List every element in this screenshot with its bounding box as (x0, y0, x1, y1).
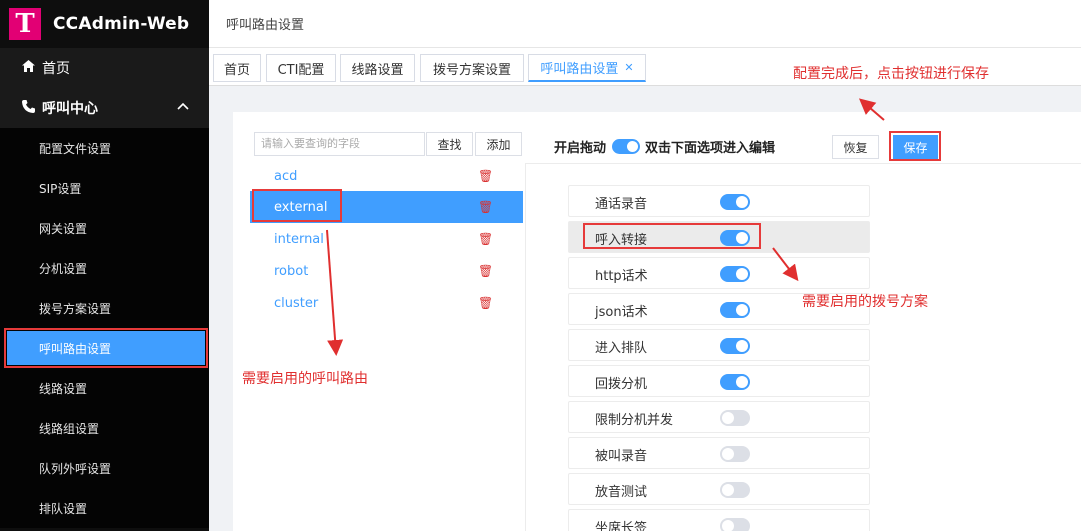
highlight-box (583, 223, 761, 249)
logo-icon: T (9, 8, 41, 40)
option-item[interactable]: 被叫录音 (568, 437, 870, 469)
tab-label: 线路设置 (351, 62, 404, 78)
highlight-box (889, 131, 941, 161)
restore-button[interactable]: 恢复 (832, 135, 879, 159)
list-item[interactable]: acd 🗑 (250, 160, 523, 192)
sidebar-item-dialplan[interactable]: 拨号方案设置 (0, 288, 209, 328)
option-label: 被叫录音 (595, 449, 648, 464)
tab-dialplan-settings[interactable]: 拨号方案设置 (420, 54, 524, 82)
app-title: CCAdmin-Web (53, 14, 190, 34)
tab-call-routing[interactable]: 呼叫路由设置 ✕ (528, 54, 646, 82)
route-name: robot (274, 263, 309, 279)
option-toggle[interactable] (720, 374, 750, 390)
tab-line-settings[interactable]: 线路设置 (340, 54, 415, 82)
chevron-up-icon[interactable] (177, 99, 189, 113)
add-button[interactable]: 添加 (475, 132, 522, 156)
list-item[interactable]: internal 🗑 (250, 223, 523, 255)
sidebar-item-line[interactable]: 线路设置 (0, 368, 209, 408)
sidebar-item-call-routing[interactable]: 呼叫路由设置 (4, 328, 208, 368)
route-name: cluster (274, 295, 319, 311)
option-item[interactable]: 回拨分机 (568, 365, 870, 397)
option-item[interactable]: 放音测试 (568, 473, 870, 505)
option-label: 坐席长签 (595, 521, 648, 531)
home-icon (20, 60, 36, 76)
sidebar-item-queue[interactable]: 排队设置 (0, 488, 209, 528)
option-item[interactable]: 通话录音 (568, 185, 870, 217)
option-label: json话术 (595, 305, 648, 320)
route-name: acd (274, 168, 298, 184)
drag-hint: 双击下面选项进入编辑 (645, 141, 776, 156)
tab-label: 拨号方案设置 (432, 62, 511, 78)
phone-icon (20, 99, 36, 117)
option-label: 通话录音 (595, 197, 648, 212)
sidebar: T CCAdmin-Web 首页 呼叫中心 配置文件设置 SIP设置 网关设置 … (0, 0, 209, 531)
trash-icon[interactable]: 🗑 (478, 169, 493, 183)
sidebar-item-extension[interactable]: 分机设置 (0, 248, 209, 288)
tab-label: 首页 (223, 62, 250, 78)
option-toggle[interactable] (720, 482, 750, 498)
search-input[interactable]: 请输入要查询的字段 (254, 132, 425, 156)
option-toggle[interactable] (720, 446, 750, 462)
annotation-dialplan: 需要启用的拨号方案 (802, 294, 928, 310)
sidebar-item-sip[interactable]: SIP设置 (0, 168, 209, 208)
route-name: internal (274, 231, 324, 247)
sidebar-item-queue-outbound[interactable]: 队列外呼设置 (0, 448, 209, 488)
breadcrumb: 呼叫路由设置 (226, 18, 305, 33)
annotation-save: 配置完成后，点击按钮进行保存 (793, 66, 989, 82)
trash-icon[interactable]: 🗑 (478, 296, 493, 310)
sidebar-item-label: 首页 (42, 61, 70, 77)
option-label: 限制分机并发 (595, 413, 674, 428)
annotation-route: 需要启用的呼叫路由 (242, 371, 368, 387)
trash-icon[interactable]: 🗑 (478, 232, 493, 246)
sidebar-item-gateway[interactable]: 网关设置 (0, 208, 209, 248)
option-label: 放音测试 (595, 485, 648, 500)
option-item[interactable]: 限制分机并发 (568, 401, 870, 433)
option-label: http话术 (595, 269, 648, 284)
search-button[interactable]: 查找 (426, 132, 473, 156)
option-toggle[interactable] (720, 266, 750, 282)
trash-icon[interactable]: 🗑 (478, 264, 493, 278)
option-label: 回拨分机 (595, 377, 648, 392)
option-toggle[interactable] (720, 302, 750, 318)
option-toggle[interactable] (720, 338, 750, 354)
option-toggle[interactable] (720, 518, 750, 531)
option-toggle[interactable] (720, 194, 750, 210)
option-item[interactable]: 进入排队 (568, 329, 870, 361)
sidebar-item-config-file[interactable]: 配置文件设置 (0, 128, 209, 168)
close-icon[interactable]: ✕ (624, 61, 633, 74)
sidebar-group-call-center[interactable]: 呼叫中心 (0, 88, 209, 128)
option-item[interactable]: http话术 (568, 257, 870, 289)
route-list: acd 🗑 external 🗑 internal 🗑 robot 🗑 clus… (250, 160, 523, 320)
sidebar-group-label: 呼叫中心 (42, 101, 98, 117)
sidebar-item-line-group[interactable]: 线路组设置 (0, 408, 209, 448)
option-toggle[interactable] (720, 410, 750, 426)
tab-home[interactable]: 首页 (213, 54, 261, 82)
highlight-box (252, 189, 342, 222)
tab-label: 呼叫路由设置 (540, 62, 619, 77)
drag-label: 开启拖动 (554, 141, 607, 156)
drag-toggle[interactable] (612, 139, 640, 154)
option-item[interactable]: 坐席长签 (568, 509, 870, 531)
list-item[interactable]: robot 🗑 (250, 255, 523, 287)
tab-label: CTI配置 (277, 62, 325, 78)
brand: T CCAdmin-Web (0, 0, 209, 48)
page-header: 呼叫路由设置 (209, 0, 1081, 48)
sidebar-item-home[interactable]: 首页 (0, 48, 209, 88)
option-label: 进入排队 (595, 341, 648, 356)
submenu: 配置文件设置 SIP设置 网关设置 分机设置 拨号方案设置 呼叫路由设置 线路设… (0, 128, 209, 528)
trash-icon[interactable]: 🗑 (478, 200, 493, 214)
list-item[interactable]: cluster 🗑 (250, 287, 523, 319)
tab-cti-config[interactable]: CTI配置 (266, 54, 336, 82)
